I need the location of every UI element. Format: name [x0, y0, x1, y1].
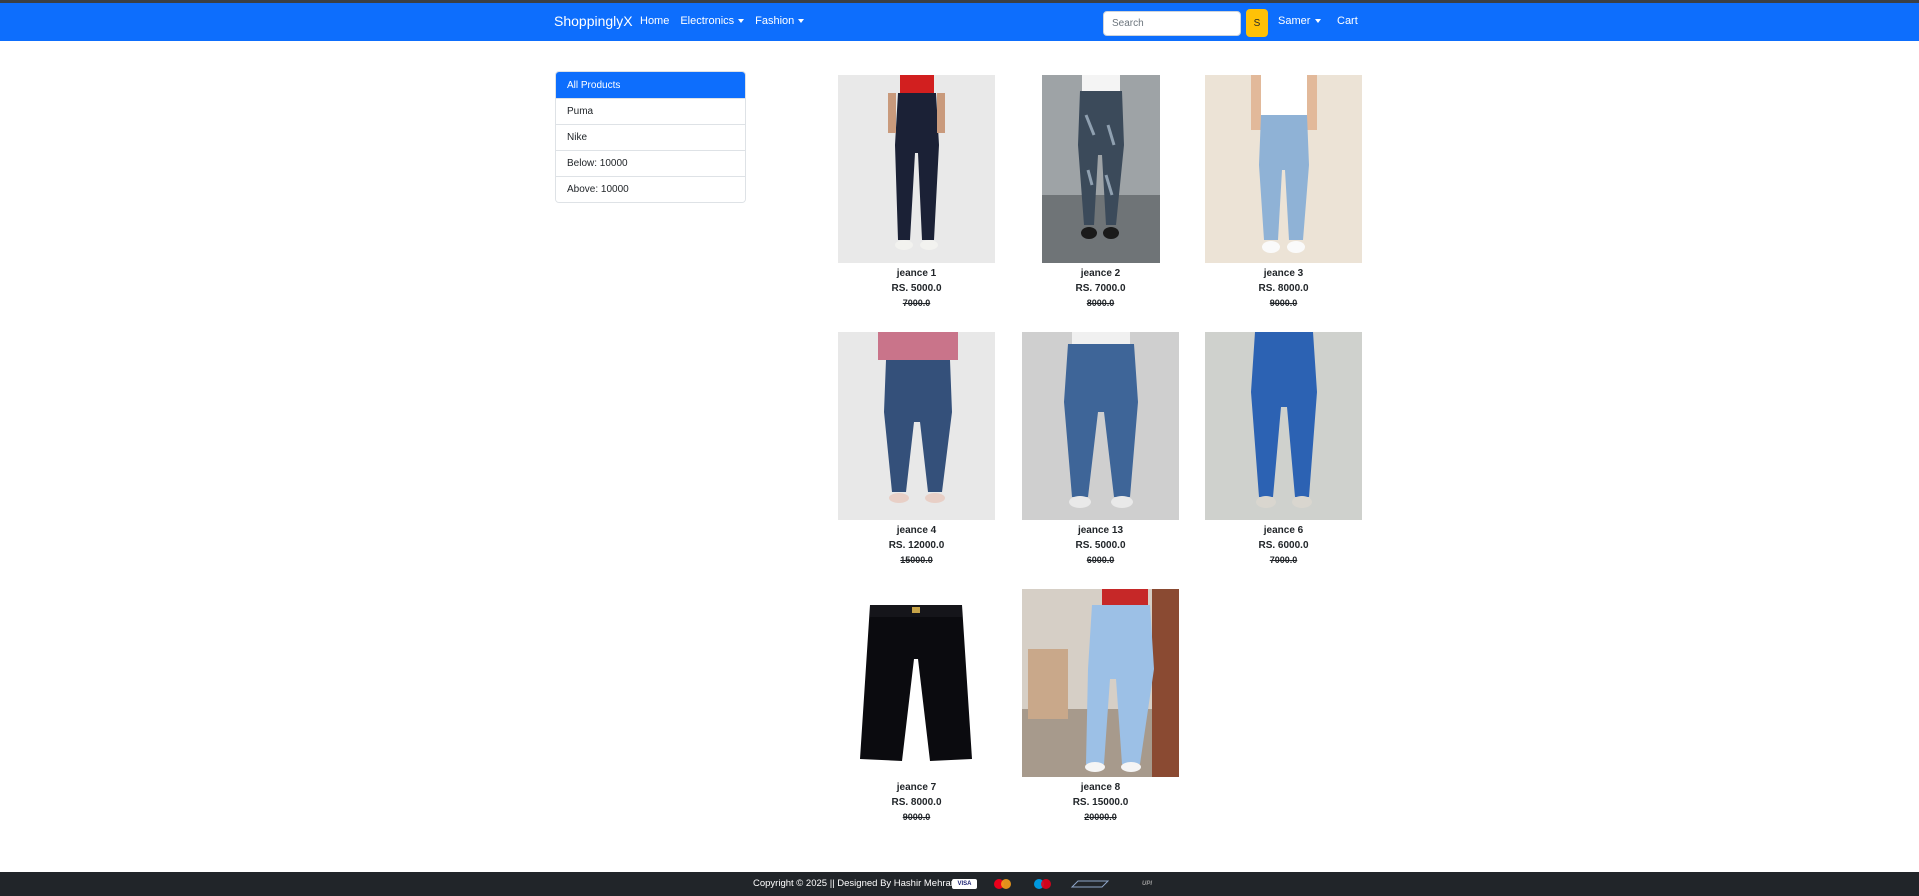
product-image[interactable]	[838, 75, 995, 263]
nav-home-link[interactable]: Home	[640, 15, 669, 27]
search-button[interactable]: S	[1246, 9, 1268, 37]
nav-fashion-dropdown[interactable]: Fashion	[755, 15, 805, 27]
upi-icon: UPI	[1130, 879, 1164, 889]
brand-logo[interactable]: ShoppinglyX	[554, 13, 633, 29]
chevron-down-icon	[798, 19, 805, 23]
product-price: RS. 5000.0	[1075, 540, 1126, 551]
product-card[interactable]: jeance 6 RS. 6000.0 7000.0	[1205, 332, 1362, 567]
filter-below-10000[interactable]: Below: 10000	[556, 150, 745, 176]
product-original-price: 15000.0	[900, 555, 933, 565]
product-card[interactable]: jeance 7 RS. 8000.0 9000.0	[838, 589, 995, 824]
cart-link[interactable]: Cart	[1337, 15, 1358, 27]
product-original-price: 7000.0	[902, 298, 931, 308]
footer: Copyright © 2025 || Designed By Hashir M…	[0, 872, 1919, 896]
product-price: RS. 7000.0	[1075, 283, 1126, 294]
visa-icon-label: VISA	[957, 881, 972, 887]
product-price: RS. 8000.0	[1258, 283, 1309, 294]
nav-links: Home Electronics Fashion	[640, 15, 805, 27]
product-image[interactable]	[838, 332, 995, 520]
upi-icon-label: UPI	[1141, 881, 1152, 887]
product-original-price: 6000.0	[1086, 555, 1115, 565]
product-original-price: 7000.0	[1269, 555, 1298, 565]
product-name[interactable]: jeance 1	[838, 267, 995, 281]
product-price: RS. 12000.0	[888, 540, 945, 551]
navbar: ShoppinglyX Home Electronics Fashion S S…	[0, 3, 1919, 41]
product-card[interactable]: jeance 13 RS. 5000.0 6000.0	[1022, 332, 1179, 567]
product-price: RS. 15000.0	[1072, 797, 1129, 808]
maestro-icon	[1030, 879, 1055, 889]
product-card[interactable]: jeance 3 RS. 8000.0 9000.0	[1205, 75, 1362, 310]
nav-electronics-dropdown[interactable]: Electronics	[680, 15, 745, 27]
filter-all-products[interactable]: All Products	[556, 72, 745, 98]
product-price: RS. 8000.0	[891, 797, 942, 808]
product-image[interactable]	[838, 589, 995, 777]
nav-home-label: Home	[640, 15, 670, 27]
product-price: RS. 6000.0	[1258, 540, 1309, 551]
product-name[interactable]: jeance 3	[1205, 267, 1362, 281]
category-filter-list: All Products Puma Nike Below: 10000 Abov…	[555, 71, 746, 203]
product-name[interactable]: jeance 6	[1205, 524, 1362, 538]
chevron-down-icon	[1315, 19, 1322, 23]
navbar-inner: ShoppinglyX Home Electronics Fashion S S…	[554, 3, 1360, 41]
product-name[interactable]: jeance 2	[1022, 267, 1179, 281]
product-original-price: 9000.0	[902, 812, 931, 822]
footer-copyright: Copyright © 2025 || Designed By Hashir M…	[753, 878, 964, 889]
product-original-price: 9000.0	[1269, 298, 1298, 308]
filter-above-10000[interactable]: Above: 10000	[556, 176, 745, 202]
rupay-icon	[1070, 879, 1110, 889]
product-name[interactable]: jeance 13	[1022, 524, 1179, 538]
filter-nike[interactable]: Nike	[556, 124, 745, 150]
nav-electronics-label: Electronics	[680, 15, 735, 27]
filter-puma[interactable]: Puma	[556, 98, 745, 124]
product-image[interactable]	[1022, 589, 1179, 777]
visa-icon: VISA	[952, 879, 977, 889]
product-card[interactable]: jeance 1 RS. 5000.0 7000.0	[838, 75, 995, 310]
product-original-price: 20000.0	[1084, 812, 1117, 822]
product-card[interactable]: jeance 4 RS. 12000.0 15000.0	[838, 332, 995, 567]
product-card[interactable]: jeance 2 RS. 7000.0 8000.0	[1022, 75, 1179, 310]
product-name[interactable]: jeance 8	[1022, 781, 1179, 795]
search-input[interactable]	[1103, 11, 1241, 36]
product-image[interactable]	[1205, 332, 1362, 520]
mastercard-icon	[990, 879, 1015, 889]
user-menu-dropdown[interactable]: Samer	[1278, 15, 1322, 27]
product-name[interactable]: jeance 4	[838, 524, 995, 538]
product-price: RS. 5000.0	[891, 283, 942, 294]
product-image[interactable]	[1022, 75, 1179, 263]
chevron-down-icon	[738, 19, 745, 23]
product-original-price: 8000.0	[1086, 298, 1115, 308]
product-image[interactable]	[1022, 332, 1179, 520]
user-name: Samer	[1278, 15, 1311, 27]
nav-fashion-label: Fashion	[755, 15, 795, 27]
product-name[interactable]: jeance 7	[838, 781, 995, 795]
product-card[interactable]: jeance 8 RS. 15000.0 20000.0	[1022, 589, 1179, 824]
product-image[interactable]	[1205, 75, 1362, 263]
